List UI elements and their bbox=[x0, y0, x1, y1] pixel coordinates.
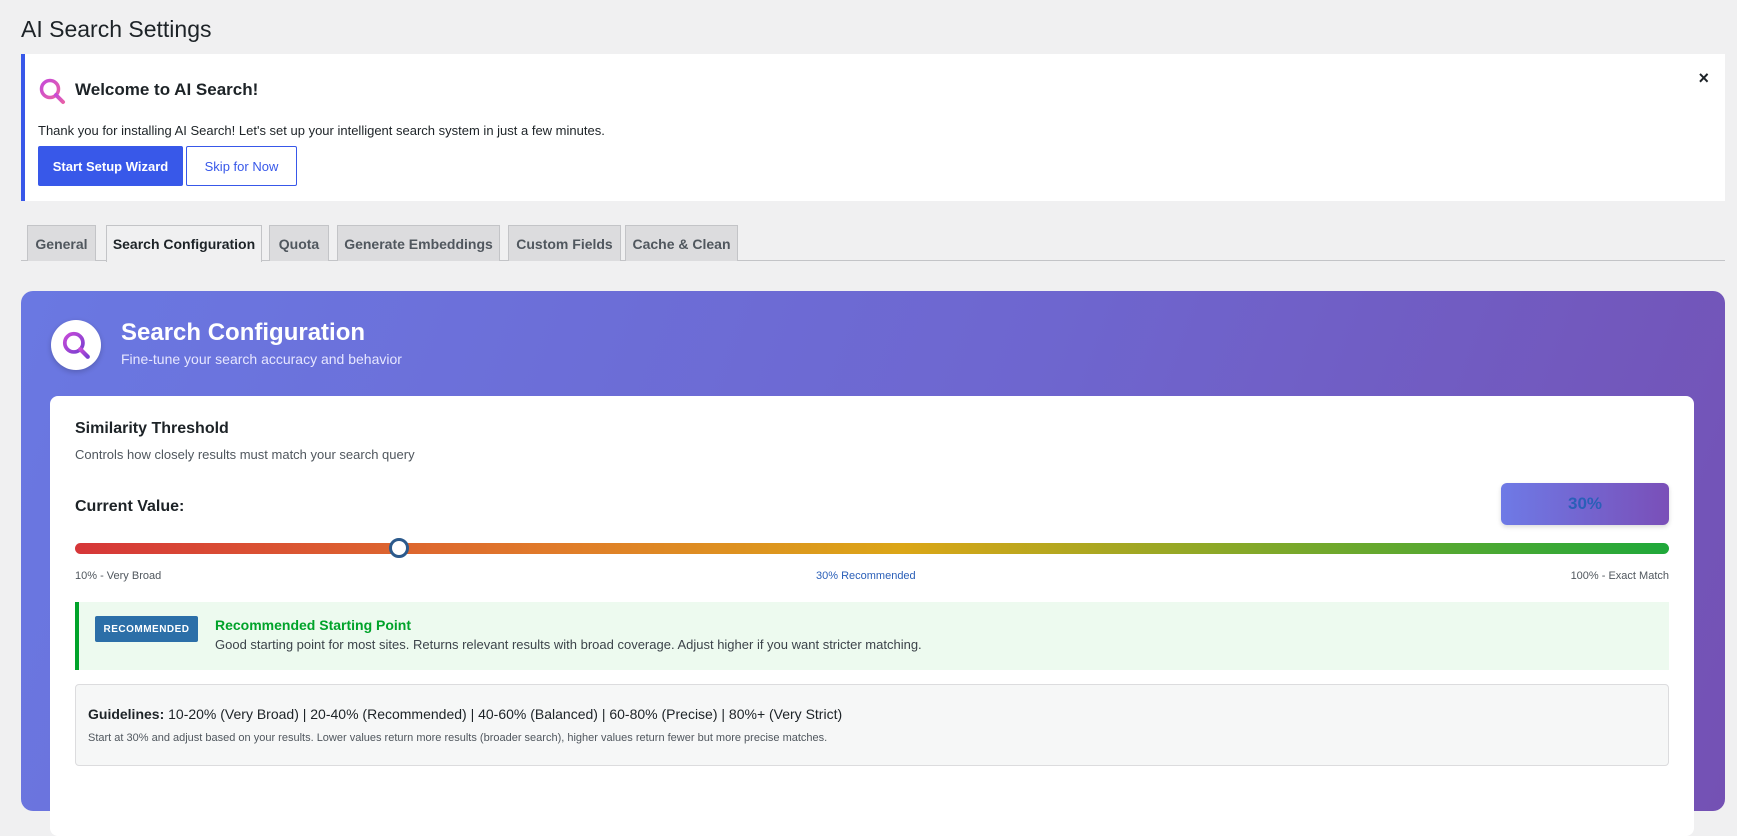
recommendation-title: Recommended Starting Point bbox=[215, 617, 412, 633]
search-configuration-panel: Search Configuration Fine-tune your sear… bbox=[21, 291, 1725, 836]
notice-title: Welcome to AI Search! bbox=[75, 80, 259, 99]
guidelines-text: 10-20% (Very Broad) | 20-40% (Recommende… bbox=[164, 706, 843, 722]
page-title: AI Search Settings bbox=[21, 16, 212, 42]
current-value-display: 30% bbox=[1501, 483, 1669, 525]
start-setup-wizard-button[interactable]: Start Setup Wizard bbox=[38, 146, 183, 186]
recommendation-text: Good starting point for most sites. Retu… bbox=[215, 637, 922, 652]
similarity-threshold-card: Similarity Threshold Controls how closel… bbox=[50, 396, 1694, 836]
guidelines-box: Guidelines: 10-20% (Very Broad) | 20-40%… bbox=[75, 684, 1669, 766]
slider-recommended-label: 30% Recommended bbox=[816, 570, 916, 582]
welcome-notice: Welcome to AI Search! × Thank you for in… bbox=[21, 54, 1725, 201]
tab-search-configuration[interactable]: Search Configuration bbox=[106, 225, 262, 262]
notice-text: Thank you for installing AI Search! Let'… bbox=[38, 123, 605, 138]
slider-max-label: 100% - Exact Match bbox=[1570, 570, 1669, 582]
close-icon[interactable]: × bbox=[1698, 68, 1709, 89]
section-title: Similarity Threshold bbox=[75, 420, 229, 437]
settings-tabs: General Search Configuration Quota Gener… bbox=[21, 225, 1725, 262]
recommendation-box: RECOMMENDED Recommended Starting Point G… bbox=[75, 602, 1669, 670]
tab-generate-embeddings[interactable]: Generate Embeddings bbox=[337, 225, 500, 261]
tab-cache-clean[interactable]: Cache & Clean bbox=[625, 225, 738, 261]
panel-title: Search Configuration bbox=[121, 319, 366, 346]
guidelines-line: Guidelines: 10-20% (Very Broad) | 20-40%… bbox=[88, 706, 842, 722]
search-logo-icon bbox=[37, 76, 67, 106]
tab-custom-fields[interactable]: Custom Fields bbox=[508, 225, 621, 261]
guidelines-label: Guidelines: bbox=[88, 706, 165, 722]
slider-handle[interactable] bbox=[388, 538, 409, 558]
section-description: Controls how closely results must match … bbox=[75, 447, 415, 462]
tab-general[interactable]: General bbox=[27, 225, 96, 261]
slider-min-label: 10% - Very Broad bbox=[75, 570, 162, 582]
similarity-threshold-slider[interactable] bbox=[75, 538, 1669, 558]
tab-quota[interactable]: Quota bbox=[269, 225, 329, 261]
search-logo-icon bbox=[51, 320, 101, 370]
current-value-label: Current Value: bbox=[75, 498, 185, 515]
skip-for-now-button[interactable]: Skip for Now bbox=[186, 146, 297, 186]
panel-subtitle: Fine-tune your search accuracy and behav… bbox=[121, 351, 402, 367]
recommended-badge: RECOMMENDED bbox=[95, 616, 198, 642]
guidelines-note: Start at 30% and adjust based on your re… bbox=[88, 732, 828, 744]
